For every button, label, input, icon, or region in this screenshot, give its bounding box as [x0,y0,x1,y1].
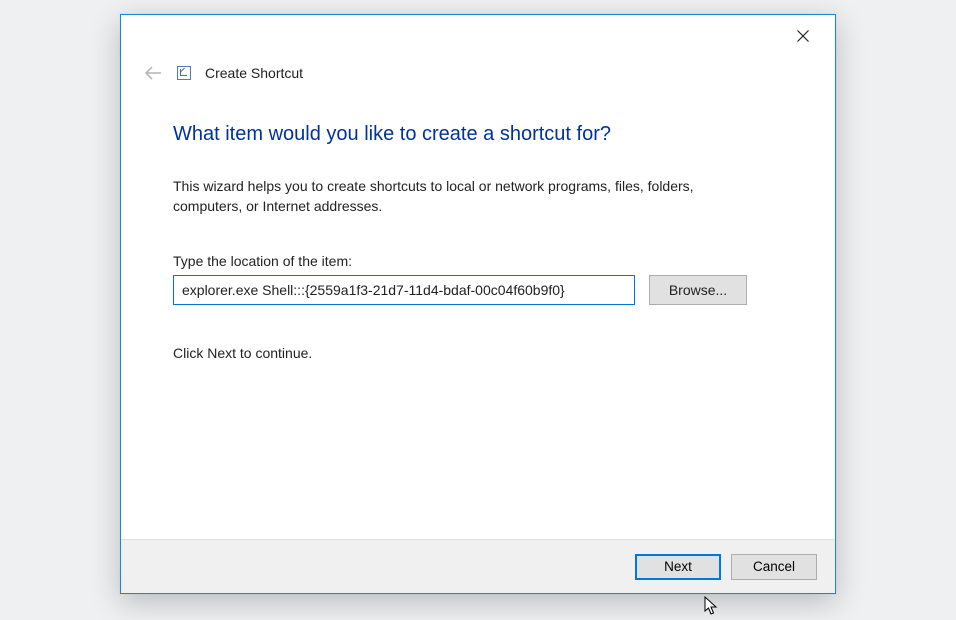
location-label: Type the location of the item: [173,253,783,269]
close-icon [797,30,809,42]
back-button [143,63,163,83]
shortcut-icon [177,66,191,80]
next-button[interactable]: Next [635,554,721,580]
back-arrow-icon [144,66,162,80]
create-shortcut-dialog: Create Shortcut What item would you like… [120,14,836,594]
page-description: This wizard helps you to create shortcut… [173,176,733,217]
close-button[interactable] [781,21,825,51]
header-row: Create Shortcut [143,63,303,83]
mouse-cursor-icon [704,596,720,616]
location-input[interactable] [173,275,635,305]
continue-text: Click Next to continue. [173,345,783,361]
cancel-button[interactable]: Cancel [731,554,817,580]
wizard-title: Create Shortcut [205,65,303,81]
browse-button[interactable]: Browse... [649,275,747,305]
location-row: Browse... [173,275,783,305]
content-area: What item would you like to create a sho… [173,115,783,361]
dialog-footer: Next Cancel [121,539,835,593]
page-heading: What item would you like to create a sho… [173,123,783,146]
